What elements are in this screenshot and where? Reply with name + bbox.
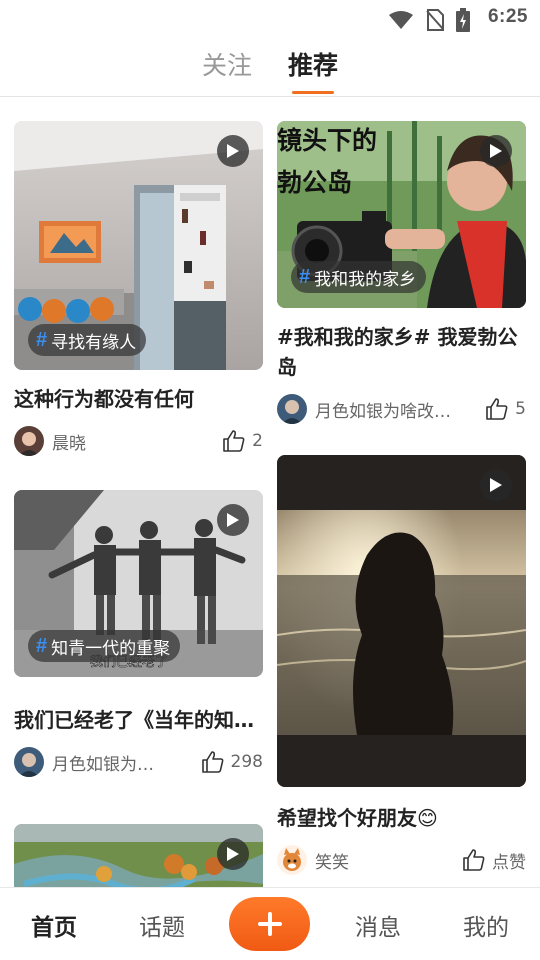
avatar[interactable] — [277, 845, 307, 875]
image-overlay-line2: 勃公岛 — [277, 168, 352, 197]
wifi-icon — [389, 11, 413, 29]
battery-charging-icon — [456, 8, 470, 32]
like-button[interactable]: 2 — [222, 429, 263, 453]
post-thumbnail[interactable]: 镜头下的 勃公岛 # 我和我的家乡 — [277, 121, 526, 308]
post-meta: 月色如银为啥改… 5 — [277, 394, 526, 424]
status-bar: 6:25 — [0, 0, 540, 36]
post-title[interactable]: #我和我的家乡# 我爱勃公岛 — [277, 322, 526, 382]
beach-silhouette-image — [277, 455, 526, 787]
post-card[interactable]: # 寻找有缘人 这种行为都没有任何 晨晓 2 — [14, 121, 263, 456]
post-meta: 笑笑 点赞 — [277, 845, 526, 875]
post-thumbnail[interactable] — [14, 824, 263, 887]
thumbs-up-icon — [463, 849, 485, 871]
play-icon — [217, 135, 249, 167]
post-thumbnail[interactable] — [277, 455, 526, 787]
post-meta: 月色如银为… 298 — [14, 747, 263, 777]
top-tabs: 关注 推荐 — [0, 44, 540, 96]
thumbs-up-icon — [201, 751, 223, 773]
like-count: 2 — [252, 431, 263, 451]
topic-tag-label: 知青一代的重聚 — [51, 638, 171, 659]
like-button[interactable]: 点赞 — [462, 848, 526, 873]
topic-tag-label: 寻找有缘人 — [51, 332, 137, 353]
topic-tag-label: 我和我的家乡 — [314, 269, 417, 290]
play-icon — [217, 504, 249, 536]
avatar[interactable] — [14, 747, 44, 777]
thumbs-up-icon — [223, 430, 245, 452]
play-icon — [217, 838, 249, 870]
post-title[interactable]: 希望找个好朋友😊 — [277, 803, 526, 833]
play-icon — [480, 469, 512, 501]
like-button[interactable]: 5 — [485, 397, 526, 421]
like-count: 5 — [515, 399, 526, 419]
author-name[interactable]: 晨晓 — [52, 429, 222, 454]
avatar[interactable] — [14, 426, 44, 456]
post-title[interactable]: 这种行为都没有任何 — [14, 384, 263, 414]
like-count: 298 — [230, 752, 263, 772]
plus-icon — [257, 912, 282, 936]
hashtag-icon: # — [36, 328, 48, 351]
post-thumbnail[interactable]: # 寻找有缘人 — [14, 121, 263, 370]
add-post-button[interactable] — [229, 897, 310, 951]
post-title[interactable]: 我们已经老了《当年的知… — [14, 705, 263, 735]
topic-tag[interactable]: # 知青一代的重聚 — [28, 630, 181, 662]
author-name[interactable]: 月色如银为啥改… — [315, 397, 485, 422]
tab-recommend[interactable]: 推荐 — [288, 44, 338, 96]
play-icon — [480, 135, 512, 167]
nav-home[interactable]: 首页 — [14, 908, 94, 942]
thumbs-up-icon — [486, 398, 508, 420]
bottom-nav: 首页 话题 消息 我的 — [0, 887, 540, 960]
nav-messages[interactable]: 消息 — [338, 908, 418, 942]
like-button[interactable]: 298 — [201, 750, 263, 774]
avatar[interactable] — [277, 394, 307, 424]
author-name[interactable]: 笑笑 — [315, 848, 462, 873]
tab-follow[interactable]: 关注 — [202, 44, 252, 96]
feed: # 寻找有缘人 这种行为都没有任何 晨晓 2 我们已经老了 # 知青一代的重聚 … — [0, 97, 540, 887]
status-time: 6:25 — [487, 6, 528, 27]
post-card[interactable]: 我们已经老了 # 知青一代的重聚 我们已经老了《当年的知… 月色如银为… 298 — [14, 490, 263, 777]
hashtag-icon: # — [299, 265, 311, 288]
post-card[interactable]: 镜头下的 勃公岛 # 我和我的家乡 #我和我的家乡# 我爱勃公岛 月色如银为啥改… — [277, 121, 526, 424]
no-sim-icon — [426, 9, 444, 31]
nav-profile[interactable]: 我的 — [446, 908, 526, 942]
nav-topics[interactable]: 话题 — [122, 908, 202, 942]
author-name[interactable]: 月色如银为… — [52, 750, 201, 775]
post-card[interactable]: 希望找个好朋友😊 笑笑 点赞 — [277, 455, 526, 875]
hashtag-icon: # — [36, 634, 48, 657]
topic-tag[interactable]: # 寻找有缘人 — [28, 324, 147, 356]
status-icons — [388, 8, 470, 32]
image-overlay-line1: 镜头下的 — [277, 126, 377, 155]
post-thumbnail[interactable]: 我们已经老了 # 知青一代的重聚 — [14, 490, 263, 677]
post-meta: 晨晓 2 — [14, 426, 263, 456]
like-count: 点赞 — [492, 852, 526, 873]
topic-tag[interactable]: # 我和我的家乡 — [291, 261, 427, 293]
post-card[interactable] — [14, 824, 263, 887]
